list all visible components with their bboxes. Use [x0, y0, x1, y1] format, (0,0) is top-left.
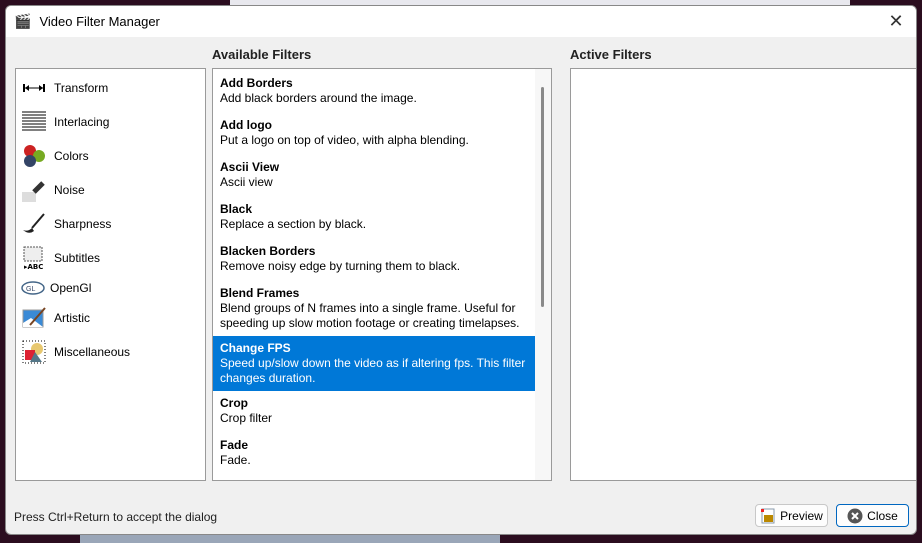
category-label: Colors: [54, 149, 89, 163]
interlacing-icon: [22, 110, 46, 134]
category-subtitles[interactable]: ▸ABC Subtitles: [16, 241, 205, 275]
svg-text:▸ABC: ▸ABC: [24, 263, 43, 270]
opengl-icon: GL: [21, 276, 45, 300]
filter-description: Replace a section by black.: [220, 217, 367, 231]
svg-text:GL: GL: [26, 286, 35, 293]
filter-item-change-fps[interactable]: Change FPS Speed up/slow down the video a…: [213, 336, 535, 391]
preview-label: Preview: [780, 508, 823, 523]
video-filter-manager-dialog: 🎬 Video Filter Manager ✕ Available Filte…: [5, 5, 917, 535]
filter-item-crop[interactable]: Crop Crop filter: [213, 391, 535, 433]
filter-description: Put a logo on top of video, with alpha b…: [220, 133, 469, 147]
title-bar: 🎬 Video Filter Manager ✕: [6, 6, 916, 37]
active-filters-heading: Active Filters: [570, 47, 652, 62]
category-noise[interactable]: Noise: [16, 173, 205, 207]
filter-name: Blend Frames: [220, 286, 300, 300]
category-label: Miscellaneous: [54, 345, 131, 359]
active-filters-list[interactable]: [570, 68, 916, 481]
noise-icon: [22, 178, 46, 202]
category-label: OpenGl: [50, 281, 92, 295]
filter-description: Add black borders around the image.: [220, 91, 417, 105]
close-circle-icon: [847, 508, 863, 523]
filter-description: Crop filter: [220, 411, 273, 425]
filter-item-blacken-borders[interactable]: Blacken Borders Remove noisy edge by turn…: [213, 239, 535, 281]
category-label: Noise: [54, 183, 85, 197]
preview-button[interactable]: Preview: [755, 504, 828, 527]
filter-item-ascii-view[interactable]: Ascii View Ascii view: [213, 155, 535, 197]
subtitles-icon: ▸ABC: [22, 246, 46, 270]
filter-name: Add logo: [220, 118, 272, 132]
available-filters-list: Add Borders Add black borders around the …: [212, 68, 552, 481]
preview-icon: [761, 508, 775, 523]
filters-scrollbar[interactable]: [535, 69, 551, 480]
filter-item-fade[interactable]: Fade Fade.: [213, 433, 535, 475]
category-label: Sharpness: [54, 217, 112, 231]
filter-description: Ascii view: [220, 175, 273, 189]
transform-icon: [22, 76, 46, 100]
category-label: Interlacing: [54, 115, 110, 129]
category-colors[interactable]: Colors: [16, 139, 205, 173]
close-label: Close: [867, 508, 898, 523]
filter-description: Blend groups of N frames into a single f…: [220, 301, 520, 330]
close-button[interactable]: Close: [836, 504, 909, 527]
keyboard-hint: Press Ctrl+Return to accept the dialog: [14, 510, 218, 524]
filter-name: Crop: [220, 396, 248, 410]
available-filters-heading: Available Filters: [212, 47, 312, 62]
category-opengl[interactable]: GL OpenGl: [16, 275, 205, 301]
filter-name: Fade: [220, 438, 249, 452]
category-miscellaneous[interactable]: Miscellaneous: [16, 335, 205, 369]
category-label: Transform: [54, 81, 109, 95]
category-transform[interactable]: Transform: [16, 71, 205, 105]
miscellaneous-icon: [22, 340, 46, 364]
filter-description: Fade.: [220, 453, 251, 467]
scrollbar-thumb[interactable]: [541, 87, 544, 307]
filter-name: Ascii View: [220, 160, 280, 174]
artistic-icon: [22, 306, 46, 330]
filter-item-blend-frames[interactable]: Blend Frames Blend groups of N frames int…: [213, 281, 535, 336]
category-interlacing[interactable]: Interlacing: [16, 105, 205, 139]
filter-item-add-logo[interactable]: Add logo Put a logo on top of video, with…: [213, 113, 535, 155]
category-label: Subtitles: [54, 251, 101, 265]
category-list: Transform Interlacing Colors Noise Sharp…: [15, 68, 206, 481]
clapperboard-icon: 🎬: [14, 13, 32, 29]
colors-icon: [22, 144, 46, 168]
category-artistic[interactable]: Artistic: [16, 301, 205, 335]
window-title: Video Filter Manager: [39, 14, 160, 29]
filter-description: Remove noisy edge by turning them to bla…: [220, 259, 461, 273]
filter-name: Blacken Borders: [220, 244, 316, 258]
filter-name: Add Borders: [220, 76, 293, 90]
filter-name: Black: [220, 202, 253, 216]
close-icon[interactable]: ✕: [884, 11, 908, 32]
filter-item-add-borders[interactable]: Add Borders Add black borders around the …: [213, 71, 535, 113]
filter-name: Change FPS: [220, 341, 291, 355]
filter-description: Speed up/slow down the video as if alter…: [220, 356, 526, 385]
sharpness-icon: [22, 212, 46, 236]
filter-item-black[interactable]: Black Replace a section by black.: [213, 197, 535, 239]
category-label: Artistic: [54, 311, 90, 325]
category-sharpness[interactable]: Sharpness: [16, 207, 205, 241]
